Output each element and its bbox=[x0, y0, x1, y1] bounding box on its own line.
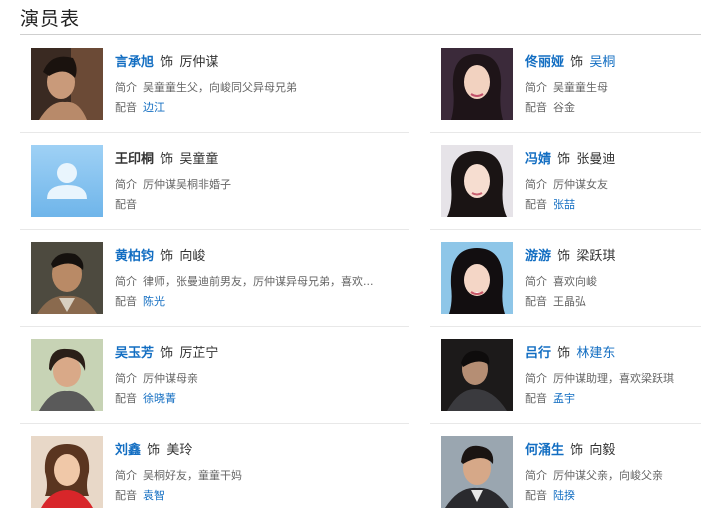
as-label: 饰 bbox=[570, 55, 584, 70]
voice-label: 配音 bbox=[115, 101, 137, 114]
actor-photo[interactable] bbox=[31, 339, 103, 411]
cast-row: 言承旭 饰 厉仲谋 简介 吴童童生父，向峻同父异母兄弟 配音 边江 bbox=[20, 36, 409, 133]
intro-text: 吴桐好友，童童干妈 bbox=[143, 469, 242, 482]
as-label: 饰 bbox=[557, 346, 571, 361]
intro-text: 吴童童生父，向峻同父异母兄弟 bbox=[143, 81, 297, 94]
intro-text: 吴童童生母 bbox=[553, 81, 608, 94]
as-label: 饰 bbox=[160, 249, 174, 264]
voice-label: 配音 bbox=[115, 198, 137, 211]
as-label: 饰 bbox=[160, 55, 174, 70]
voice-label: 配音 bbox=[115, 392, 137, 405]
intro-label: 简介 bbox=[115, 469, 137, 482]
intro-text: 厉仲谋助理，喜欢梁跃琪 bbox=[553, 372, 674, 385]
role-name: 厉芷宁 bbox=[179, 346, 219, 361]
intro-text: 厉仲谋女友 bbox=[553, 178, 608, 191]
role-name: 美玲 bbox=[166, 443, 193, 458]
voice-label: 配音 bbox=[525, 392, 547, 405]
voice-actor-link[interactable]: 陆揆 bbox=[553, 489, 575, 502]
voice-label: 配音 bbox=[115, 489, 137, 502]
actor-name-link[interactable]: 刘鑫 bbox=[115, 443, 141, 458]
actor-name-link[interactable]: 吕行 bbox=[525, 346, 551, 361]
actor-name-link[interactable]: 言承旭 bbox=[115, 55, 154, 70]
voice-label: 配音 bbox=[525, 198, 547, 211]
role-name: 梁跃琪 bbox=[576, 249, 616, 264]
intro-text: 律师，张曼迪前男友，厉仲谋异母兄弟，喜欢... bbox=[143, 275, 374, 288]
voice-label: 配音 bbox=[525, 295, 547, 308]
voice-actor-link[interactable]: 边江 bbox=[143, 101, 165, 114]
cast-column-left: 言承旭 饰 厉仲谋 简介 吴童童生父，向峻同父异母兄弟 配音 边江 王印桐 饰 … bbox=[20, 36, 409, 517]
intro-label: 简介 bbox=[525, 81, 547, 94]
voice-actor-link[interactable]: 陈光 bbox=[143, 295, 165, 308]
role-name: 厉仲谋 bbox=[179, 55, 219, 70]
intro-text: 喜欢向峻 bbox=[553, 275, 597, 288]
actor-name-link[interactable]: 冯婧 bbox=[525, 152, 551, 167]
voice-label: 配音 bbox=[525, 101, 547, 114]
voice-actor-link[interactable]: 孟宇 bbox=[553, 392, 575, 405]
intro-label: 简介 bbox=[525, 469, 547, 482]
voice-label: 配音 bbox=[525, 489, 547, 502]
actor-name-link[interactable]: 吴玉芳 bbox=[115, 346, 154, 361]
intro-text: 厉仲谋母亲 bbox=[143, 372, 198, 385]
as-label: 饰 bbox=[160, 152, 174, 167]
actor-photo[interactable] bbox=[441, 145, 513, 217]
actor-photo[interactable] bbox=[31, 436, 103, 508]
intro-label: 简介 bbox=[525, 275, 547, 288]
voice-actor-link[interactable]: 袁智 bbox=[143, 489, 165, 502]
cast-column-right: 佟丽娅 饰 吴桐 简介 吴童童生母 配音 谷金 冯婧 饰 张曼迪 简介 厉仲谋女友 bbox=[430, 36, 701, 517]
intro-label: 简介 bbox=[525, 372, 547, 385]
voice-actor-name: 王晶弘 bbox=[553, 295, 586, 308]
as-label: 饰 bbox=[557, 152, 571, 167]
role-name: 吴童童 bbox=[179, 152, 219, 167]
intro-label: 简介 bbox=[525, 178, 547, 191]
actor-name-link[interactable]: 佟丽娅 bbox=[525, 55, 564, 70]
actor-photo[interactable] bbox=[441, 48, 513, 120]
intro-label: 简介 bbox=[115, 81, 137, 94]
as-label: 饰 bbox=[147, 443, 161, 458]
intro-text: 厉仲谋吴桐非婚子 bbox=[143, 178, 231, 191]
actor-photo[interactable] bbox=[441, 436, 513, 508]
cast-row: 王印桐 饰 吴童童 简介 厉仲谋吴桐非婚子 配音 bbox=[20, 133, 409, 230]
default-avatar-icon bbox=[31, 145, 103, 217]
cast-row: 冯婧 饰 张曼迪 简介 厉仲谋女友 配音 张喆 bbox=[430, 133, 701, 230]
actor-name-link[interactable]: 何涌生 bbox=[525, 443, 564, 458]
intro-label: 简介 bbox=[115, 372, 137, 385]
cast-row: 游游 饰 梁跃琪 简介 喜欢向峻 配音 王晶弘 bbox=[430, 230, 701, 327]
role-name: 张曼迪 bbox=[576, 152, 616, 167]
as-label: 饰 bbox=[570, 443, 584, 458]
intro-label: 简介 bbox=[115, 178, 137, 191]
cast-row: 刘鑫 饰 美玲 简介 吴桐好友，童童干妈 配音 袁智 bbox=[20, 424, 409, 517]
voice-label: 配音 bbox=[115, 295, 137, 308]
voice-actor-link[interactable]: 徐晓菁 bbox=[143, 392, 176, 405]
actor-photo[interactable] bbox=[441, 339, 513, 411]
voice-actor-link[interactable]: 张喆 bbox=[553, 198, 575, 211]
actor-name: 王印桐 bbox=[115, 152, 155, 167]
intro-label: 简介 bbox=[115, 275, 137, 288]
actor-name-link[interactable]: 游游 bbox=[525, 249, 551, 264]
actor-photo[interactable] bbox=[441, 242, 513, 314]
actor-photo[interactable] bbox=[31, 242, 103, 314]
role-name-link[interactable]: 吴桐 bbox=[589, 55, 615, 70]
role-name-link[interactable]: 林建东 bbox=[576, 346, 615, 361]
as-label: 饰 bbox=[160, 346, 174, 361]
as-label: 饰 bbox=[557, 249, 571, 264]
intro-text: 厉仲谋父亲，向峻父亲 bbox=[553, 469, 663, 482]
cast-row: 何涌生 饰 向毅 简介 厉仲谋父亲，向峻父亲 配音 陆揆 bbox=[430, 424, 701, 517]
actor-name-link[interactable]: 黄柏钧 bbox=[115, 249, 154, 264]
actor-photo[interactable] bbox=[31, 48, 103, 120]
cast-row: 吕行 饰 林建东 简介 厉仲谋助理，喜欢梁跃琪 配音 孟宇 bbox=[430, 327, 701, 424]
role-name: 向毅 bbox=[589, 443, 616, 458]
title-divider bbox=[20, 34, 701, 35]
cast-row: 吴玉芳 饰 厉芷宁 简介 厉仲谋母亲 配音 徐晓菁 bbox=[20, 327, 409, 424]
role-name: 向峻 bbox=[179, 249, 206, 264]
cast-row: 佟丽娅 饰 吴桐 简介 吴童童生母 配音 谷金 bbox=[430, 36, 701, 133]
cast-row: 黄柏钧 饰 向峻 简介 律师，张曼迪前男友，厉仲谋异母兄弟，喜欢... 配音 陈光 bbox=[20, 230, 409, 327]
voice-actor-name: 谷金 bbox=[553, 101, 575, 114]
page-title: 演员表 bbox=[20, 8, 81, 30]
